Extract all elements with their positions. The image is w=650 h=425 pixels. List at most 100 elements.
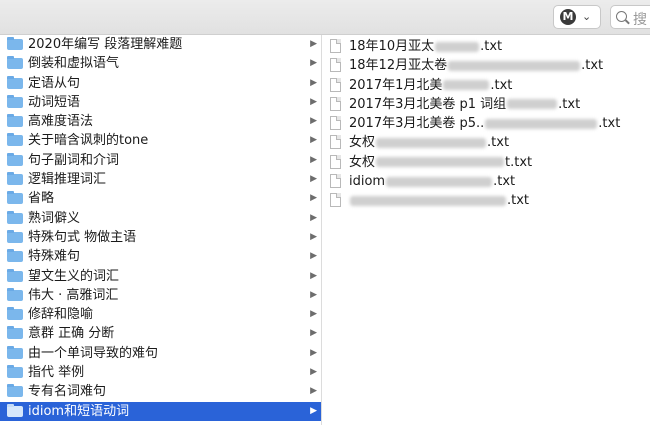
folder-label: idiom和短语动词 [28, 403, 130, 419]
chevron-down-icon: ⌄ [582, 10, 592, 23]
folder-label: 熟词僻义 [28, 210, 81, 226]
text-file-icon [330, 39, 341, 53]
text-file-icon [330, 58, 341, 73]
folder-item[interactable]: 修辞和隐喻 ▶ [0, 305, 321, 324]
folder-label: 2020年编写 段落理解难题 [28, 37, 183, 52]
chevron-right-icon: ▶ [310, 270, 317, 281]
file-extension: .txt [598, 116, 621, 132]
folder-item[interactable]: 省略 ▶ [0, 189, 321, 208]
folder-label: 关于暗含讽刺的tone [28, 133, 149, 149]
folder-item[interactable]: 动词短语 ▶ [0, 93, 321, 112]
folder-item[interactable]: 指代 举例 ▶ [0, 363, 321, 382]
chevron-right-icon: ▶ [310, 347, 317, 358]
redacted-text [376, 137, 487, 148]
file-list: 18年10月亚太 .txt 18年12月亚太卷 .txt 2017年1月北美 .txt 20… [323, 35, 650, 211]
folder-label: 伟大 · 高雅词汇 [28, 287, 119, 303]
folder-icon [7, 268, 23, 282]
file-name-prefix: 18年12月亚太卷 [349, 58, 448, 74]
folder-icon [7, 37, 23, 50]
folder-item[interactable]: 意群 正确 分断 ▶ [0, 324, 321, 343]
file-item[interactable]: 2017年1月北美 .txt [323, 76, 650, 95]
folder-icon [7, 114, 23, 128]
folder-item[interactable]: 定语从句 ▶ [0, 74, 321, 93]
folder-icon [7, 191, 23, 205]
account-menu-button[interactable]: M ⌄ [553, 5, 601, 29]
file-extension: .txt [487, 135, 510, 151]
file-item[interactable]: 18年10月亚太 .txt [323, 37, 650, 56]
folder-label: 指代 举例 [28, 365, 85, 381]
file-item[interactable]: 18年12月亚太卷 .txt [323, 56, 650, 75]
folder-item[interactable]: 熟词僻义 ▶ [0, 209, 321, 228]
redacted-text [448, 60, 581, 71]
redacted-text [435, 41, 480, 52]
folder-icon [7, 56, 23, 70]
chevron-right-icon: ▶ [310, 135, 317, 146]
redacted-text [386, 176, 493, 187]
redacted-text [443, 80, 490, 91]
folder-icon [7, 152, 23, 166]
file-extension: .txt [558, 96, 581, 112]
file-extension: .txt [480, 39, 503, 54]
folder-item[interactable]: 逻辑推理词汇 ▶ [0, 170, 321, 189]
finder-toolbar: M ⌄ 搜 [0, 0, 650, 35]
file-extension: .txt [493, 174, 516, 190]
file-item[interactable]: 2017年3月北美卷 p5.. .txt [323, 114, 650, 133]
text-file-icon [330, 193, 341, 208]
file-name-prefix: 18年10月亚太 [349, 39, 435, 54]
folder-label: 由一个单词导致的难句 [28, 345, 159, 361]
folder-icon [7, 287, 23, 301]
folder-label: 特殊句式 物做主语 [28, 229, 137, 245]
folder-label: 定语从句 [28, 75, 81, 91]
file-item[interactable]: 女权 t.txt [323, 153, 650, 172]
folder-item[interactable]: 关于暗含讽刺的tone ▶ [0, 131, 321, 150]
redacted-text [485, 118, 598, 129]
folder-icon [7, 133, 23, 147]
folder-label: 望文生义的词汇 [28, 268, 120, 284]
folder-item[interactable]: 特殊难句 ▶ [0, 247, 321, 266]
folder-icon [7, 345, 23, 359]
folder-icon [7, 94, 23, 108]
folder-item[interactable]: 由一个单词导致的难句 ▶ [0, 344, 321, 363]
file-column: 18年10月亚太 .txt 18年12月亚太卷 .txt 2017年1月北美 .txt 20… [323, 35, 650, 425]
chevron-right-icon: ▶ [310, 309, 317, 320]
file-extension: .txt [581, 58, 604, 74]
file-name-prefix: 女权 [349, 135, 376, 151]
folder-item[interactable]: 专有名词难句 ▶ [0, 382, 321, 401]
folder-label: 特殊难句 [28, 249, 81, 265]
folder-item[interactable]: 倒装和虚拟语气 ▶ [0, 54, 321, 73]
folder-item[interactable]: 伟大 · 高雅词汇 ▶ [0, 286, 321, 305]
folder-item[interactable]: 句子副词和介词 ▶ [0, 151, 321, 170]
file-item[interactable]: idiom .txt [323, 172, 650, 191]
folder-item[interactable]: 高难度语法 ▶ [0, 112, 321, 131]
folder-label: 修辞和隐喻 [28, 307, 94, 323]
file-item[interactable]: .txt [323, 191, 650, 210]
file-name-prefix: 女权 [349, 154, 376, 170]
folder-icon [7, 403, 23, 417]
search-input[interactable]: 搜 [610, 5, 650, 29]
chevron-right-icon: ▶ [310, 58, 317, 69]
chevron-right-icon: ▶ [310, 174, 317, 185]
text-file-icon [330, 96, 341, 111]
chevron-right-icon: ▶ [310, 96, 317, 107]
folder-item[interactable]: 特殊句式 物做主语 ▶ [0, 228, 321, 247]
folder-label: 意群 正确 分断 [28, 326, 115, 342]
folder-item[interactable]: 2020年编写 段落理解难题 ▶ [0, 35, 321, 54]
chevron-right-icon: ▶ [310, 386, 317, 397]
chevron-right-icon: ▶ [310, 193, 317, 204]
folder-icon [7, 229, 23, 243]
folder-item[interactable]: 望文生义的词汇 ▶ [0, 267, 321, 286]
file-item[interactable]: 2017年3月北美卷 p1 词组 .txt [323, 95, 650, 114]
file-extension: t.txt [505, 154, 533, 170]
file-item[interactable]: 女权 .txt [323, 133, 650, 152]
account-avatar-icon: M [560, 9, 576, 25]
search-placeholder: 搜 [633, 12, 647, 28]
redacted-text [507, 99, 558, 110]
file-name-prefix: idiom [349, 174, 386, 190]
folder-label: 高难度语法 [28, 114, 94, 130]
folder-icon [7, 326, 23, 340]
folder-icon [7, 365, 23, 379]
folder-item[interactable]: idiom和短语动词 ▶ [0, 401, 321, 421]
chevron-right-icon: ▶ [310, 251, 317, 262]
chevron-right-icon: ▶ [310, 289, 317, 300]
text-file-icon [330, 77, 341, 92]
